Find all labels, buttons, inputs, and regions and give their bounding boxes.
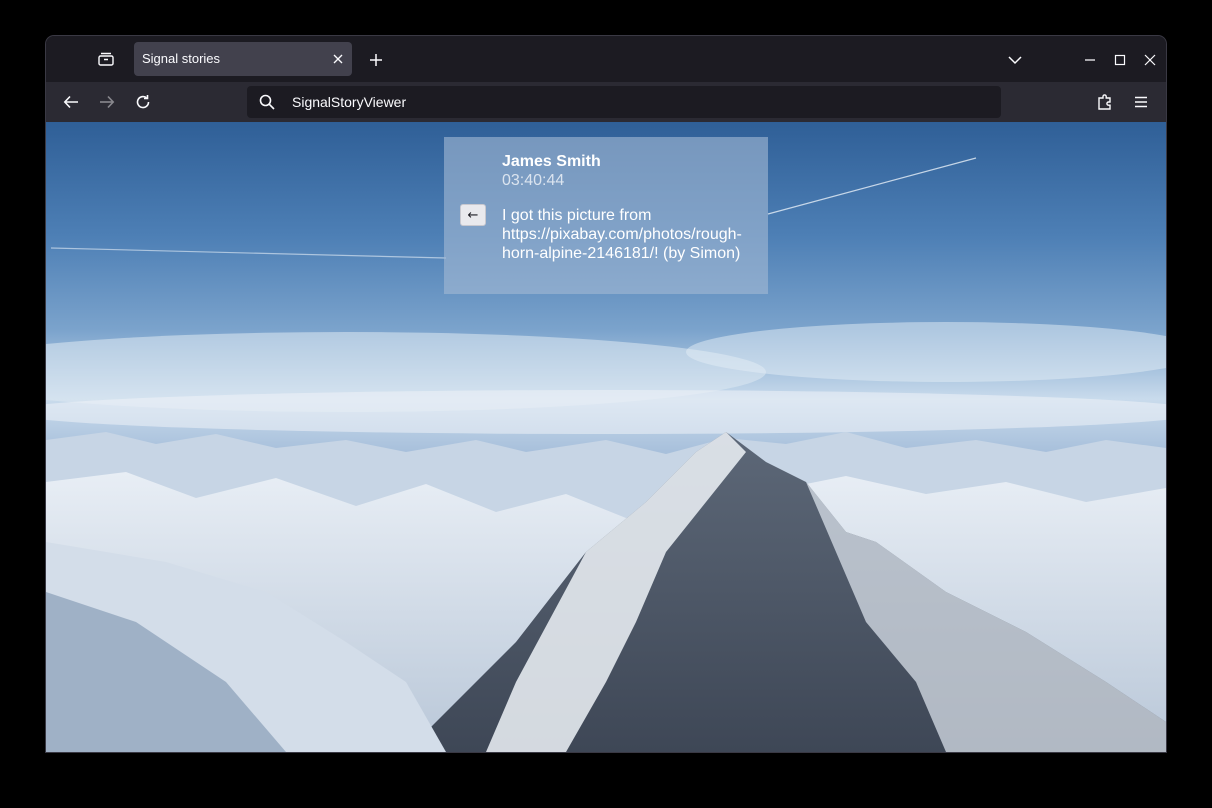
- story-timestamp: 03:40:44: [502, 172, 565, 189]
- tab-overview-icon[interactable]: [94, 47, 118, 71]
- close-icon[interactable]: [330, 51, 346, 67]
- back-button[interactable]: ←: [460, 204, 486, 226]
- search-icon: [259, 94, 275, 110]
- navigation-toolbar: SignalStoryViewer: [46, 82, 1166, 122]
- tab-signal-stories[interactable]: Signal stories: [134, 42, 352, 76]
- minimize-icon[interactable]: [1079, 49, 1101, 71]
- story-message: I got this picture from https://pixabay.…: [502, 207, 742, 262]
- hamburger-menu-icon[interactable]: [1127, 88, 1155, 116]
- arrow-left-icon[interactable]: [57, 88, 85, 116]
- browser-window: Signal stories SignalStoryViewer James S…: [46, 36, 1166, 752]
- url-text: SignalStoryViewer: [292, 94, 407, 110]
- chevron-down-icon[interactable]: [1004, 49, 1026, 71]
- close-icon[interactable]: [1139, 49, 1161, 71]
- tab-title: Signal stories: [142, 51, 221, 66]
- url-bar[interactable]: SignalStoryViewer: [247, 86, 1001, 118]
- maximize-icon[interactable]: [1109, 49, 1131, 71]
- plus-icon[interactable]: [365, 49, 387, 71]
- story-card: James Smith 03:40:44 ← I got this pictur…: [444, 137, 768, 294]
- story-viewer-page: James Smith 03:40:44 ← I got this pictur…: [46, 122, 1166, 752]
- story-author: James Smith: [502, 153, 601, 170]
- arrow-right-icon[interactable]: [93, 88, 121, 116]
- tab-bar: Signal stories: [46, 36, 1166, 82]
- reload-icon[interactable]: [129, 88, 157, 116]
- puzzle-icon[interactable]: [1091, 88, 1119, 116]
